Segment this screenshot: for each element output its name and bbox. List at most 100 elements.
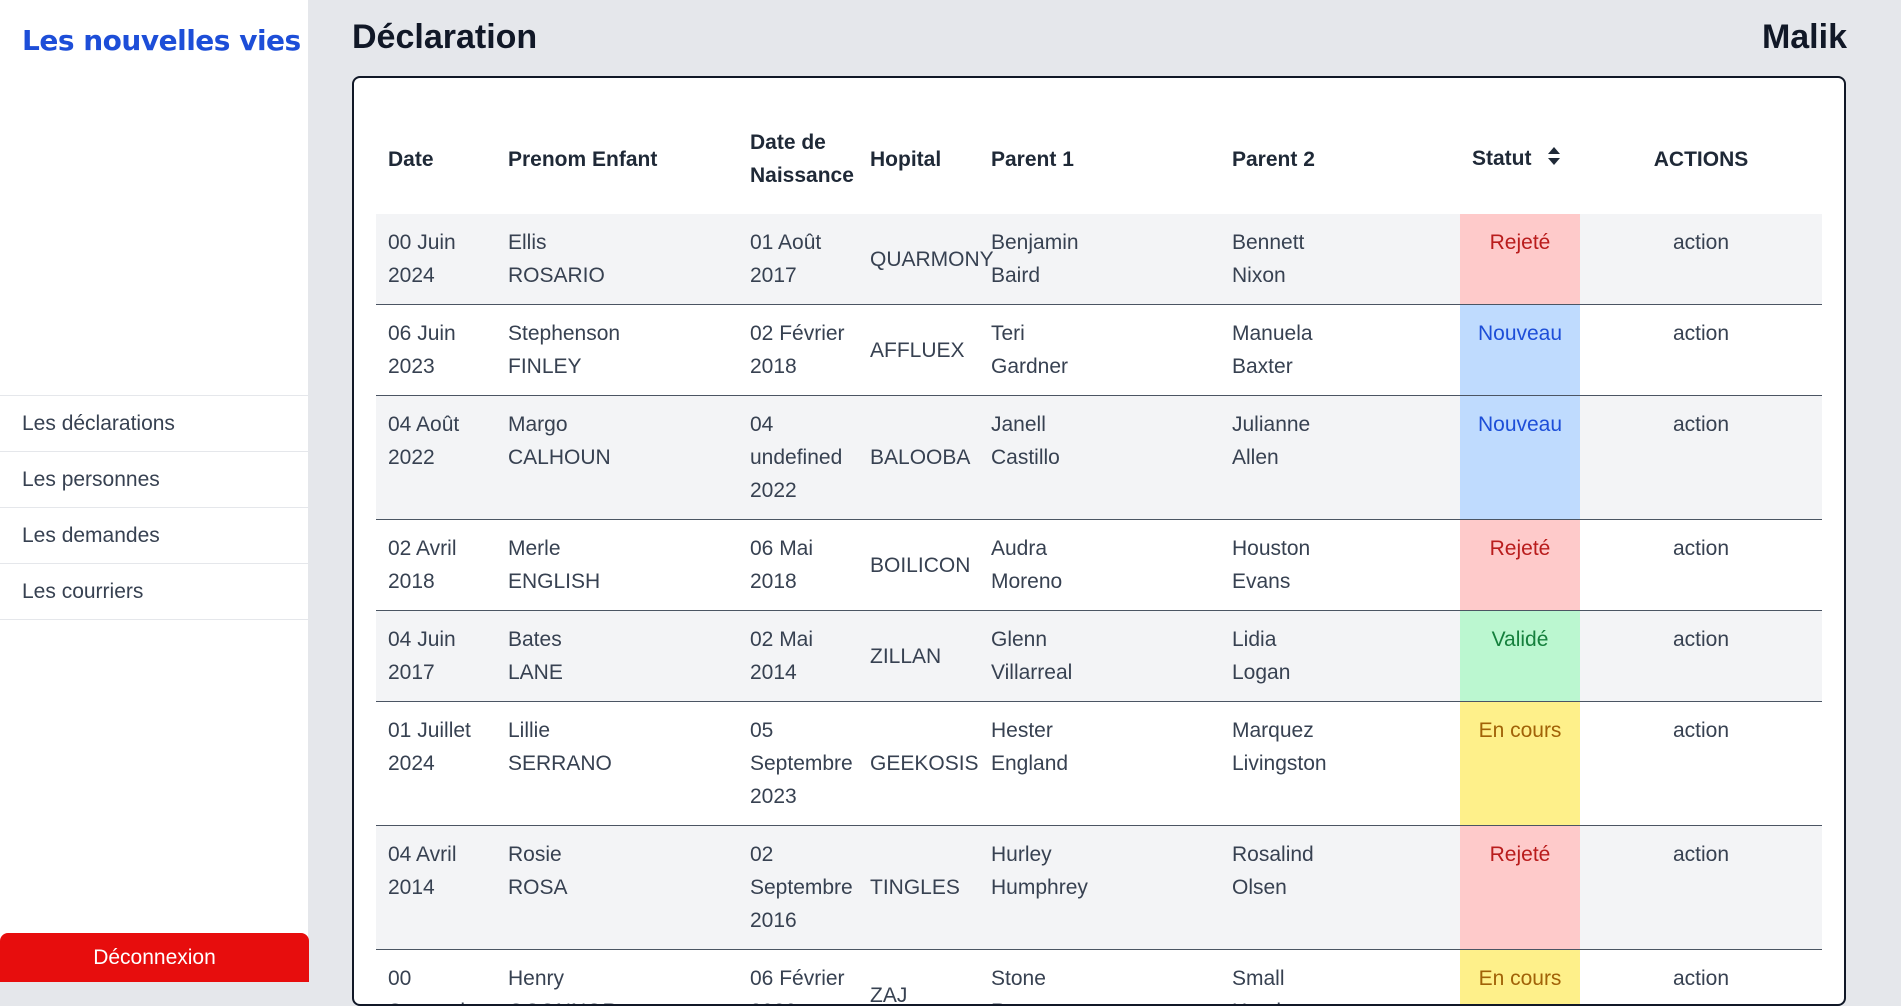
status-badge: Rejeté (1460, 214, 1580, 305)
cell-text-p1a: Hurley (991, 843, 1052, 866)
cell-text-statut: Rejeté (1490, 231, 1551, 254)
header-statut[interactable]: Statut (1460, 104, 1580, 214)
cell-text-p2a: Small (1232, 967, 1285, 990)
cell-text-nais1: 02 (750, 843, 773, 866)
cell-parent2: SmallHayden (1220, 950, 1460, 1006)
cell-text-hopital: BOILICON (870, 554, 970, 577)
cell-parent1: GlennVillarreal (979, 611, 1220, 702)
status-badge: En cours (1460, 950, 1580, 1006)
table-row: 02 Avril2018 MerleENGLISH 06 Mai2018 BOI… (376, 520, 1822, 611)
header-parent1: Parent 1 (979, 104, 1220, 214)
sidebar-item-declarations[interactable]: Les déclarations (0, 396, 309, 452)
cell-text-date2: 2017 (388, 661, 435, 684)
cell-text-p1b: Moreno (991, 570, 1062, 593)
sidebar-item-personnes[interactable]: Les personnes (0, 452, 309, 508)
cell-text-nom: ROSARIO (508, 264, 605, 287)
cell-date: 06 Juin2023 (376, 305, 496, 396)
cell-text-action: action (1673, 322, 1729, 345)
cell-text-p1b: Humphrey (991, 876, 1088, 899)
cell-prenom: EllisROSARIO (496, 214, 738, 305)
action-link[interactable]: action (1580, 396, 1822, 520)
cell-parent1: StoneRowe (979, 950, 1220, 1006)
cell-parent1: Hurley Humphrey (979, 826, 1220, 950)
cell-date: 00 Juin 2024 (376, 214, 496, 305)
action-link[interactable]: action (1580, 214, 1822, 305)
cell-text-nais1: 06 Février (750, 967, 845, 990)
table-row: 04 Juin2017 BatesLANE 02 Mai2014 ZILLAN … (376, 611, 1822, 702)
cell-text-nais1: 02 Février (750, 322, 845, 345)
cell-text-p1b: Villarreal (991, 661, 1072, 684)
cell-text-action: action (1673, 231, 1729, 254)
cell-text-date1: 04 Juin (388, 628, 456, 651)
action-link[interactable]: action (1580, 520, 1822, 611)
header-date: Date (376, 104, 496, 214)
sidebar-nav: Les déclarations Les personnes Les deman… (0, 395, 309, 620)
cell-text-prenom: Henry (508, 967, 564, 990)
table-row: 04 Avril2014 RosieROSA 02Septembre2016 T… (376, 826, 1822, 950)
cell-parent2: Lidia Logan (1220, 611, 1460, 702)
logout-button[interactable]: Déconnexion (0, 933, 309, 982)
header-prenom: Prenom Enfant (496, 104, 738, 214)
cell-naissance: 05Septembre2023 (738, 702, 858, 826)
cell-text-nais1: 01 Août (750, 231, 821, 254)
cell-text-p2b: Logan (1232, 661, 1290, 684)
cell-date: 01 Juillet2024 (376, 702, 496, 826)
cell-text-action: action (1673, 967, 1729, 990)
cell-text-statut: Rejeté (1490, 843, 1551, 866)
action-link[interactable]: action (1580, 826, 1822, 950)
cell-prenom: Henry OCONNOR (496, 950, 738, 1006)
cell-text-p1a: Hester (991, 719, 1053, 742)
cell-hopital: BALOOBA (858, 396, 979, 520)
status-badge: Rejeté (1460, 520, 1580, 611)
cell-text-p2b: Livingston (1232, 752, 1327, 775)
cell-date: 04 Juin 2017 (376, 611, 496, 702)
action-link[interactable]: action (1580, 305, 1822, 396)
cell-text-nais3: 2016 (750, 909, 797, 932)
cell-text-date1: 00 (388, 967, 411, 990)
cell-text-prenom: Bates (508, 628, 562, 651)
header-naissance: Date de Naissance (738, 104, 858, 214)
action-link[interactable]: action (1580, 950, 1822, 1006)
cell-text-action: action (1673, 843, 1729, 866)
cell-text-nais1: 06 Mai (750, 537, 813, 560)
cell-parent2: HoustonEvans (1220, 520, 1460, 611)
cell-text-date2: 2018 (388, 570, 435, 593)
brand-logo[interactable]: Les nouvelles vies (22, 24, 301, 57)
cell-prenom: LillieSERRANO (496, 702, 738, 826)
sort-icon[interactable] (1547, 143, 1561, 176)
cell-hopital: AFFLUEX (858, 305, 979, 396)
header-hopital: Hopital (858, 104, 979, 214)
status-badge: Validé (1460, 611, 1580, 702)
cell-hopital: GEEKOSIS (858, 702, 979, 826)
action-link[interactable]: action (1580, 611, 1822, 702)
cell-prenom: RosieROSA (496, 826, 738, 950)
cell-text-statut: Validé (1492, 628, 1549, 651)
cell-text-p2a: Rosalind (1232, 843, 1314, 866)
cell-text-nais2: 2020 (750, 1000, 797, 1006)
cell-text-hopital: AFFLUEX (870, 339, 965, 362)
cell-text-p2b: Nixon (1232, 264, 1286, 287)
header-naissance-line2: Naissance (750, 164, 854, 187)
cell-text-p2a: Houston (1232, 537, 1310, 560)
cell-text-hopital: GEEKOSIS (870, 752, 979, 775)
cell-text-date1: 00 Juin (388, 231, 456, 254)
header-parent2: Parent 2 (1220, 104, 1460, 214)
cell-text-nom: OCONNOR (508, 1000, 618, 1006)
sidebar-item-demandes[interactable]: Les demandes (0, 508, 309, 564)
status-badge: Nouveau (1460, 396, 1580, 520)
header-naissance-line1: Date de (750, 131, 826, 154)
cell-hopital: QUARMONY (858, 214, 979, 305)
cell-text-date2: 2024 (388, 264, 435, 287)
cell-text-nais3: 2022 (750, 479, 797, 502)
cell-date: 04 Août2022 (376, 396, 496, 520)
cell-parent1: JanellCastillo (979, 396, 1220, 520)
table-header-row: Date Prenom Enfant Date de Naissance Hop… (376, 104, 1822, 214)
sidebar-item-courriers[interactable]: Les courriers (0, 564, 309, 620)
action-link[interactable]: action (1580, 702, 1822, 826)
table-row: 04 Août2022 MargoCALHOUN 04undefined2022… (376, 396, 1822, 520)
cell-text-p2a: Lidia (1232, 628, 1276, 651)
cell-date: 00Septembre (376, 950, 496, 1006)
cell-text-p1b: Gardner (991, 355, 1068, 378)
cell-text-p2a: Manuela (1232, 322, 1313, 345)
cell-text-date2: 2023 (388, 355, 435, 378)
